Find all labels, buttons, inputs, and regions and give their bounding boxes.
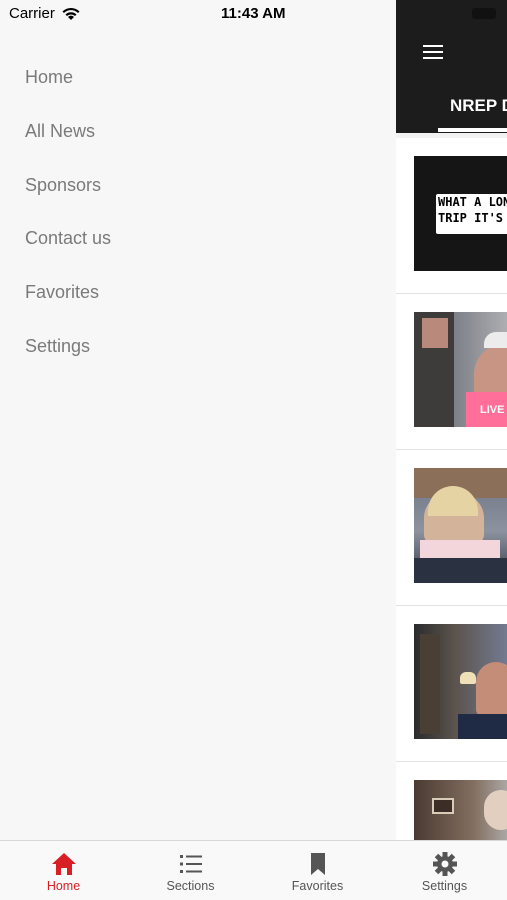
- status-bar: Carrier 11:43 AM: [0, 0, 507, 28]
- video-card[interactable]: WHAT A LONG S TRIP IT'S B: [396, 138, 507, 294]
- shirt-text: LIVE: [480, 404, 505, 416]
- tab-settings-label: Settings: [421, 879, 468, 893]
- tab-indicator: [438, 128, 507, 132]
- video-thumbnail: WHAT A LONG S TRIP IT'S B: [414, 156, 507, 271]
- video-thumbnail: [414, 468, 507, 583]
- drawer-item-contact-us[interactable]: Contact us: [25, 225, 111, 279]
- drawer-item-sponsors[interactable]: Sponsors: [25, 172, 111, 226]
- video-card[interactable]: [396, 606, 507, 762]
- video-card[interactable]: LIVE: [396, 294, 507, 450]
- video-thumbnail: [414, 624, 507, 739]
- video-card[interactable]: [396, 762, 507, 840]
- drawer-item-home[interactable]: Home: [25, 64, 111, 118]
- carrier-label: Carrier: [9, 5, 55, 22]
- sign-line-1: WHAT A LONG S: [438, 195, 507, 209]
- home-icon: [51, 853, 76, 875]
- video-feed: WHAT A LONG S TRIP IT'S B LIVE: [396, 138, 507, 840]
- side-drawer: Home All News Sponsors Contact us Favori…: [0, 0, 396, 840]
- drawer-item-favorites[interactable]: Favorites: [25, 279, 111, 333]
- drawer-item-all-news[interactable]: All News: [25, 118, 111, 172]
- list-icon: [179, 855, 202, 873]
- tab-favorites[interactable]: Favorites: [254, 841, 381, 900]
- video-card[interactable]: [396, 450, 507, 606]
- bookmark-icon: [310, 853, 325, 875]
- thumbnail-sign: WHAT A LONG S TRIP IT'S B: [436, 194, 507, 234]
- video-thumbnail: LIVE: [414, 312, 507, 427]
- wifi-icon: [62, 7, 80, 20]
- main-content: NREP D WHAT A LONG S TRIP IT'S B LIVE: [396, 0, 507, 840]
- bottom-tab-bar: Home Sections Favorites Settings: [0, 840, 507, 900]
- tab-home[interactable]: Home: [0, 841, 127, 900]
- gear-icon: [432, 852, 457, 876]
- tab-settings[interactable]: Settings: [381, 841, 507, 900]
- tab-nrep[interactable]: NREP D: [450, 96, 507, 116]
- tab-favorites-label: Favorites: [291, 879, 344, 893]
- video-thumbnail: [414, 780, 507, 840]
- clock: 11:43 AM: [221, 5, 286, 22]
- drawer-menu: Home All News Sponsors Contact us Favori…: [25, 64, 111, 387]
- sign-line-2: TRIP IT'S B: [438, 211, 507, 225]
- tab-sections-label: Sections: [166, 879, 215, 893]
- tab-home-label: Home: [46, 879, 81, 893]
- tab-sections[interactable]: Sections: [127, 841, 254, 900]
- drawer-item-settings[interactable]: Settings: [25, 333, 111, 387]
- battery-icon: [472, 8, 496, 19]
- hamburger-menu-icon[interactable]: [423, 45, 443, 61]
